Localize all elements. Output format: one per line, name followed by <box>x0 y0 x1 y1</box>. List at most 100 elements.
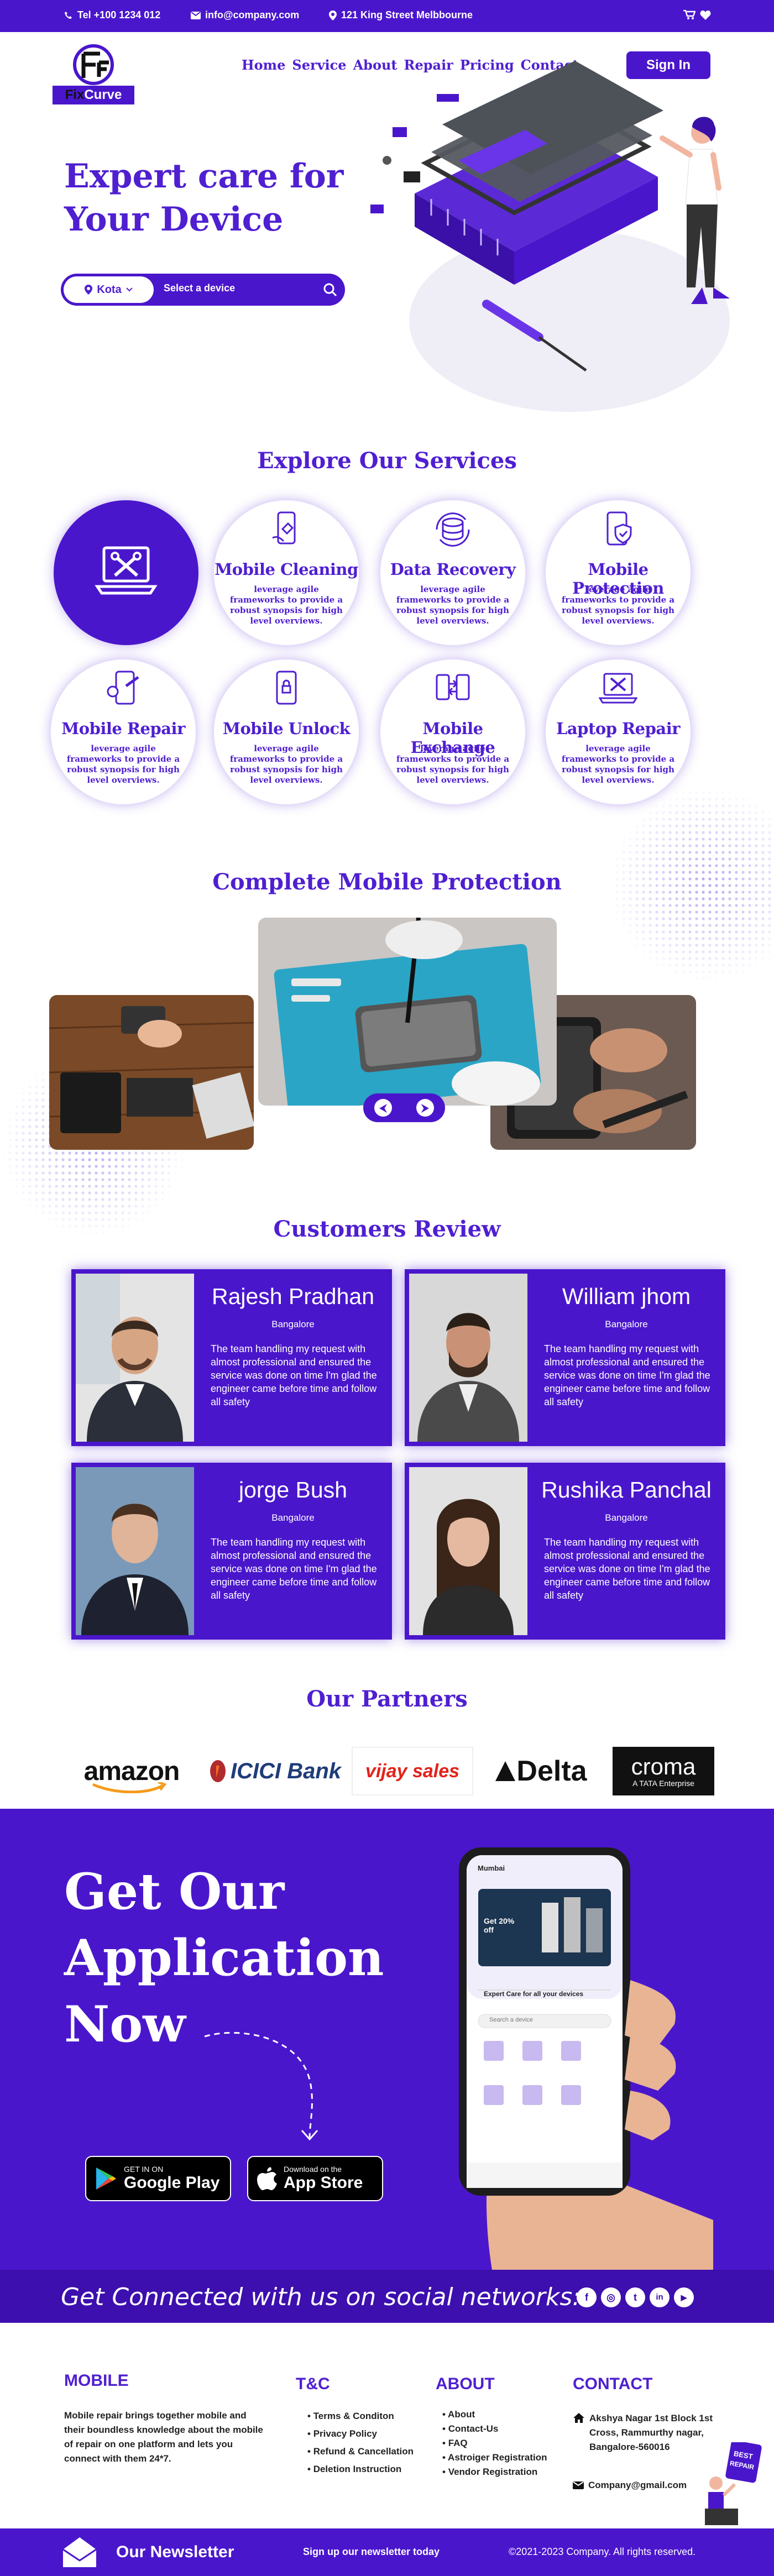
footer-link[interactable]: Deletion Instruction <box>307 2460 414 2478</box>
phone-contact[interactable]: Tel +100 1234 012 <box>64 9 160 21</box>
footer-link[interactable]: Refund & Cancellation <box>307 2443 414 2460</box>
service-card-mobile-exchange[interactable]: Mobile Exchange leverage agile framework… <box>380 659 525 804</box>
phone-icon <box>65 11 72 19</box>
mail-icon <box>191 11 201 19</box>
reviewer-city: Bangalore <box>271 1512 315 1523</box>
app-title: Get Our Application Now <box>64 1862 384 2054</box>
shield-phone-icon <box>606 511 632 546</box>
device-select-input[interactable]: Select a device <box>164 282 235 294</box>
reviewer-photo <box>76 1274 194 1442</box>
footer-about-title: ABOUT <box>436 2375 495 2393</box>
footer-link[interactable]: FAQ <box>442 2436 547 2451</box>
service-desc: leverage agile frameworks to provide a r… <box>66 744 180 785</box>
search-icon[interactable] <box>323 282 337 297</box>
hero-title: Expert care for Your Device <box>64 155 374 241</box>
service-card-mobile-protection[interactable]: Mobile Protection leverage agile framewo… <box>546 500 691 645</box>
service-card-mobile-unlock[interactable]: Mobile Unlock leverage agile frameworks … <box>214 659 359 804</box>
carousel-photo-left <box>49 995 254 1150</box>
footer-link[interactable]: Astroiger Registration <box>442 2451 547 2465</box>
phone-app-mockup <box>459 1847 713 2270</box>
service-card-mobile-cleaning[interactable]: Mobile Cleaning leverage agile framework… <box>214 500 359 645</box>
service-desc: leverage agile frameworks to provide a r… <box>229 744 343 785</box>
logo-mark-icon <box>73 44 114 85</box>
carousel-prev-button[interactable]: ⮜ <box>374 1099 392 1117</box>
social-icons: f ◎ t in ▶ <box>577 2287 694 2307</box>
phone-promo-text: Get 20% off <box>484 1917 515 1934</box>
footer-link[interactable]: Terms & Conditon <box>307 2407 414 2425</box>
partners-title: Our Partners <box>306 1686 468 1712</box>
partner-vijay-sales-logo: vijay sales <box>352 1747 473 1795</box>
service-desc: leverage agile frameworks to provide a r… <box>229 584 343 626</box>
address-contact: 121 King Street Melbbourne <box>329 9 473 21</box>
footer-tc-list: Terms & Conditon Privacy Policy Refund &… <box>307 2407 414 2478</box>
service-desc: leverage agile frameworks to provide a r… <box>396 584 510 626</box>
review-card: William jhom Bangalore The team handling… <box>405 1269 725 1446</box>
reviewer-city: Bangalore <box>271 1319 315 1329</box>
reviewer-city: Bangalore <box>605 1512 648 1523</box>
footer-link[interactable]: Contact-Us <box>442 2422 547 2436</box>
review-text: The team handling my request with almost… <box>211 1343 377 1407</box>
hero-title-line2: Your Device <box>64 200 284 239</box>
footer-mobile-title: MOBILE <box>64 2371 129 2390</box>
newsletter-bar: Our Newsletter Sign up our newsletter to… <box>0 2528 774 2576</box>
services-title: Explore Our Services <box>257 448 517 474</box>
device-search-bar: Kota Select a device <box>61 274 345 306</box>
service-card-laptop[interactable] <box>54 500 198 645</box>
reviewer-name: jorge Bush <box>238 1477 347 1502</box>
laptop-repair-icon <box>95 546 158 595</box>
service-desc: leverage agile frameworks to provide a r… <box>396 744 510 785</box>
service-card-data-recovery[interactable]: Data Recovery leverage agile frameworks … <box>380 500 525 645</box>
footer-about-text: Mobile repair brings together mobile and… <box>64 2410 263 2464</box>
logo[interactable]: FixCurve <box>53 41 134 105</box>
footer-about-list: About Contact-Us FAQ Astroiger Registrat… <box>442 2407 547 2479</box>
carousel-next-button[interactable]: ⮞ <box>416 1099 434 1117</box>
city-select[interactable]: Kota <box>64 276 154 303</box>
carousel-controls: ⮜ ⮞ <box>363 1093 445 1122</box>
social-bar: Get Connected with us on social networks… <box>0 2270 774 2323</box>
service-name: Laptop Repair <box>556 719 681 738</box>
reviewer-photo <box>409 1274 527 1442</box>
city-value: Kota <box>97 283 122 296</box>
apple-icon <box>257 2167 277 2190</box>
footer-link[interactable]: About <box>442 2407 547 2422</box>
newsletter-title: Our Newsletter <box>116 2543 234 2561</box>
cart-icon[interactable] <box>683 10 695 20</box>
phone-repair-mat-image <box>258 918 557 1106</box>
partner-croma-logo: croma A TATA Enterprise <box>613 1747 714 1795</box>
instagram-icon[interactable]: ◎ <box>601 2287 621 2307</box>
reviewer-photo <box>409 1467 527 1635</box>
mail-icon <box>573 2481 584 2489</box>
reviewer-name: William jhom <box>562 1284 691 1309</box>
logo-text: FixCurve <box>53 86 134 104</box>
twitter-icon[interactable]: t <box>625 2287 645 2307</box>
review-text: The team handling my request with almost… <box>211 1537 377 1601</box>
nav-home[interactable]: Home <box>242 57 285 73</box>
wrench-phone-icon <box>107 671 139 705</box>
carousel-photo-center <box>258 918 557 1106</box>
email-text: info@company.com <box>205 9 300 20</box>
lock-phone-icon <box>276 671 297 705</box>
heart-icon[interactable] <box>700 10 711 20</box>
youtube-icon[interactable]: ▶ <box>674 2287 694 2307</box>
service-name: Mobile Cleaning <box>215 560 358 579</box>
facebook-icon[interactable]: f <box>577 2287 597 2307</box>
newsletter-signup-text[interactable]: Sign up our newsletter today <box>303 2546 440 2558</box>
service-card-mobile-repair[interactable]: Mobile Repair leverage agile frameworks … <box>51 659 196 804</box>
protection-title: Complete Mobile Protection <box>212 869 562 895</box>
footer-tc-title: T&C <box>296 2375 330 2393</box>
review-text: The team handling my request with almost… <box>544 1343 710 1407</box>
dashed-arrow-icon <box>205 2032 318 2141</box>
reviewer-name: Rushika Panchal <box>541 1477 712 1502</box>
nav-service[interactable]: Service <box>292 57 346 73</box>
footer-link[interactable]: Privacy Policy <box>307 2425 414 2443</box>
email-contact[interactable]: info@company.com <box>191 9 299 21</box>
google-play-button[interactable]: GET IN ON Google Play <box>85 2156 231 2201</box>
google-play-icon <box>96 2167 116 2190</box>
service-name: Data Recovery <box>390 560 516 579</box>
footer-link[interactable]: Vendor Registration <box>442 2465 547 2479</box>
footer-email[interactable]: Company@gmail.com <box>573 2480 687 2491</box>
app-store-button[interactable]: Download on the App Store <box>247 2156 383 2201</box>
phone-search-text: Search a device <box>489 2017 533 2023</box>
linkedin-icon[interactable]: in <box>650 2287 670 2307</box>
location-pin-icon <box>329 10 337 20</box>
